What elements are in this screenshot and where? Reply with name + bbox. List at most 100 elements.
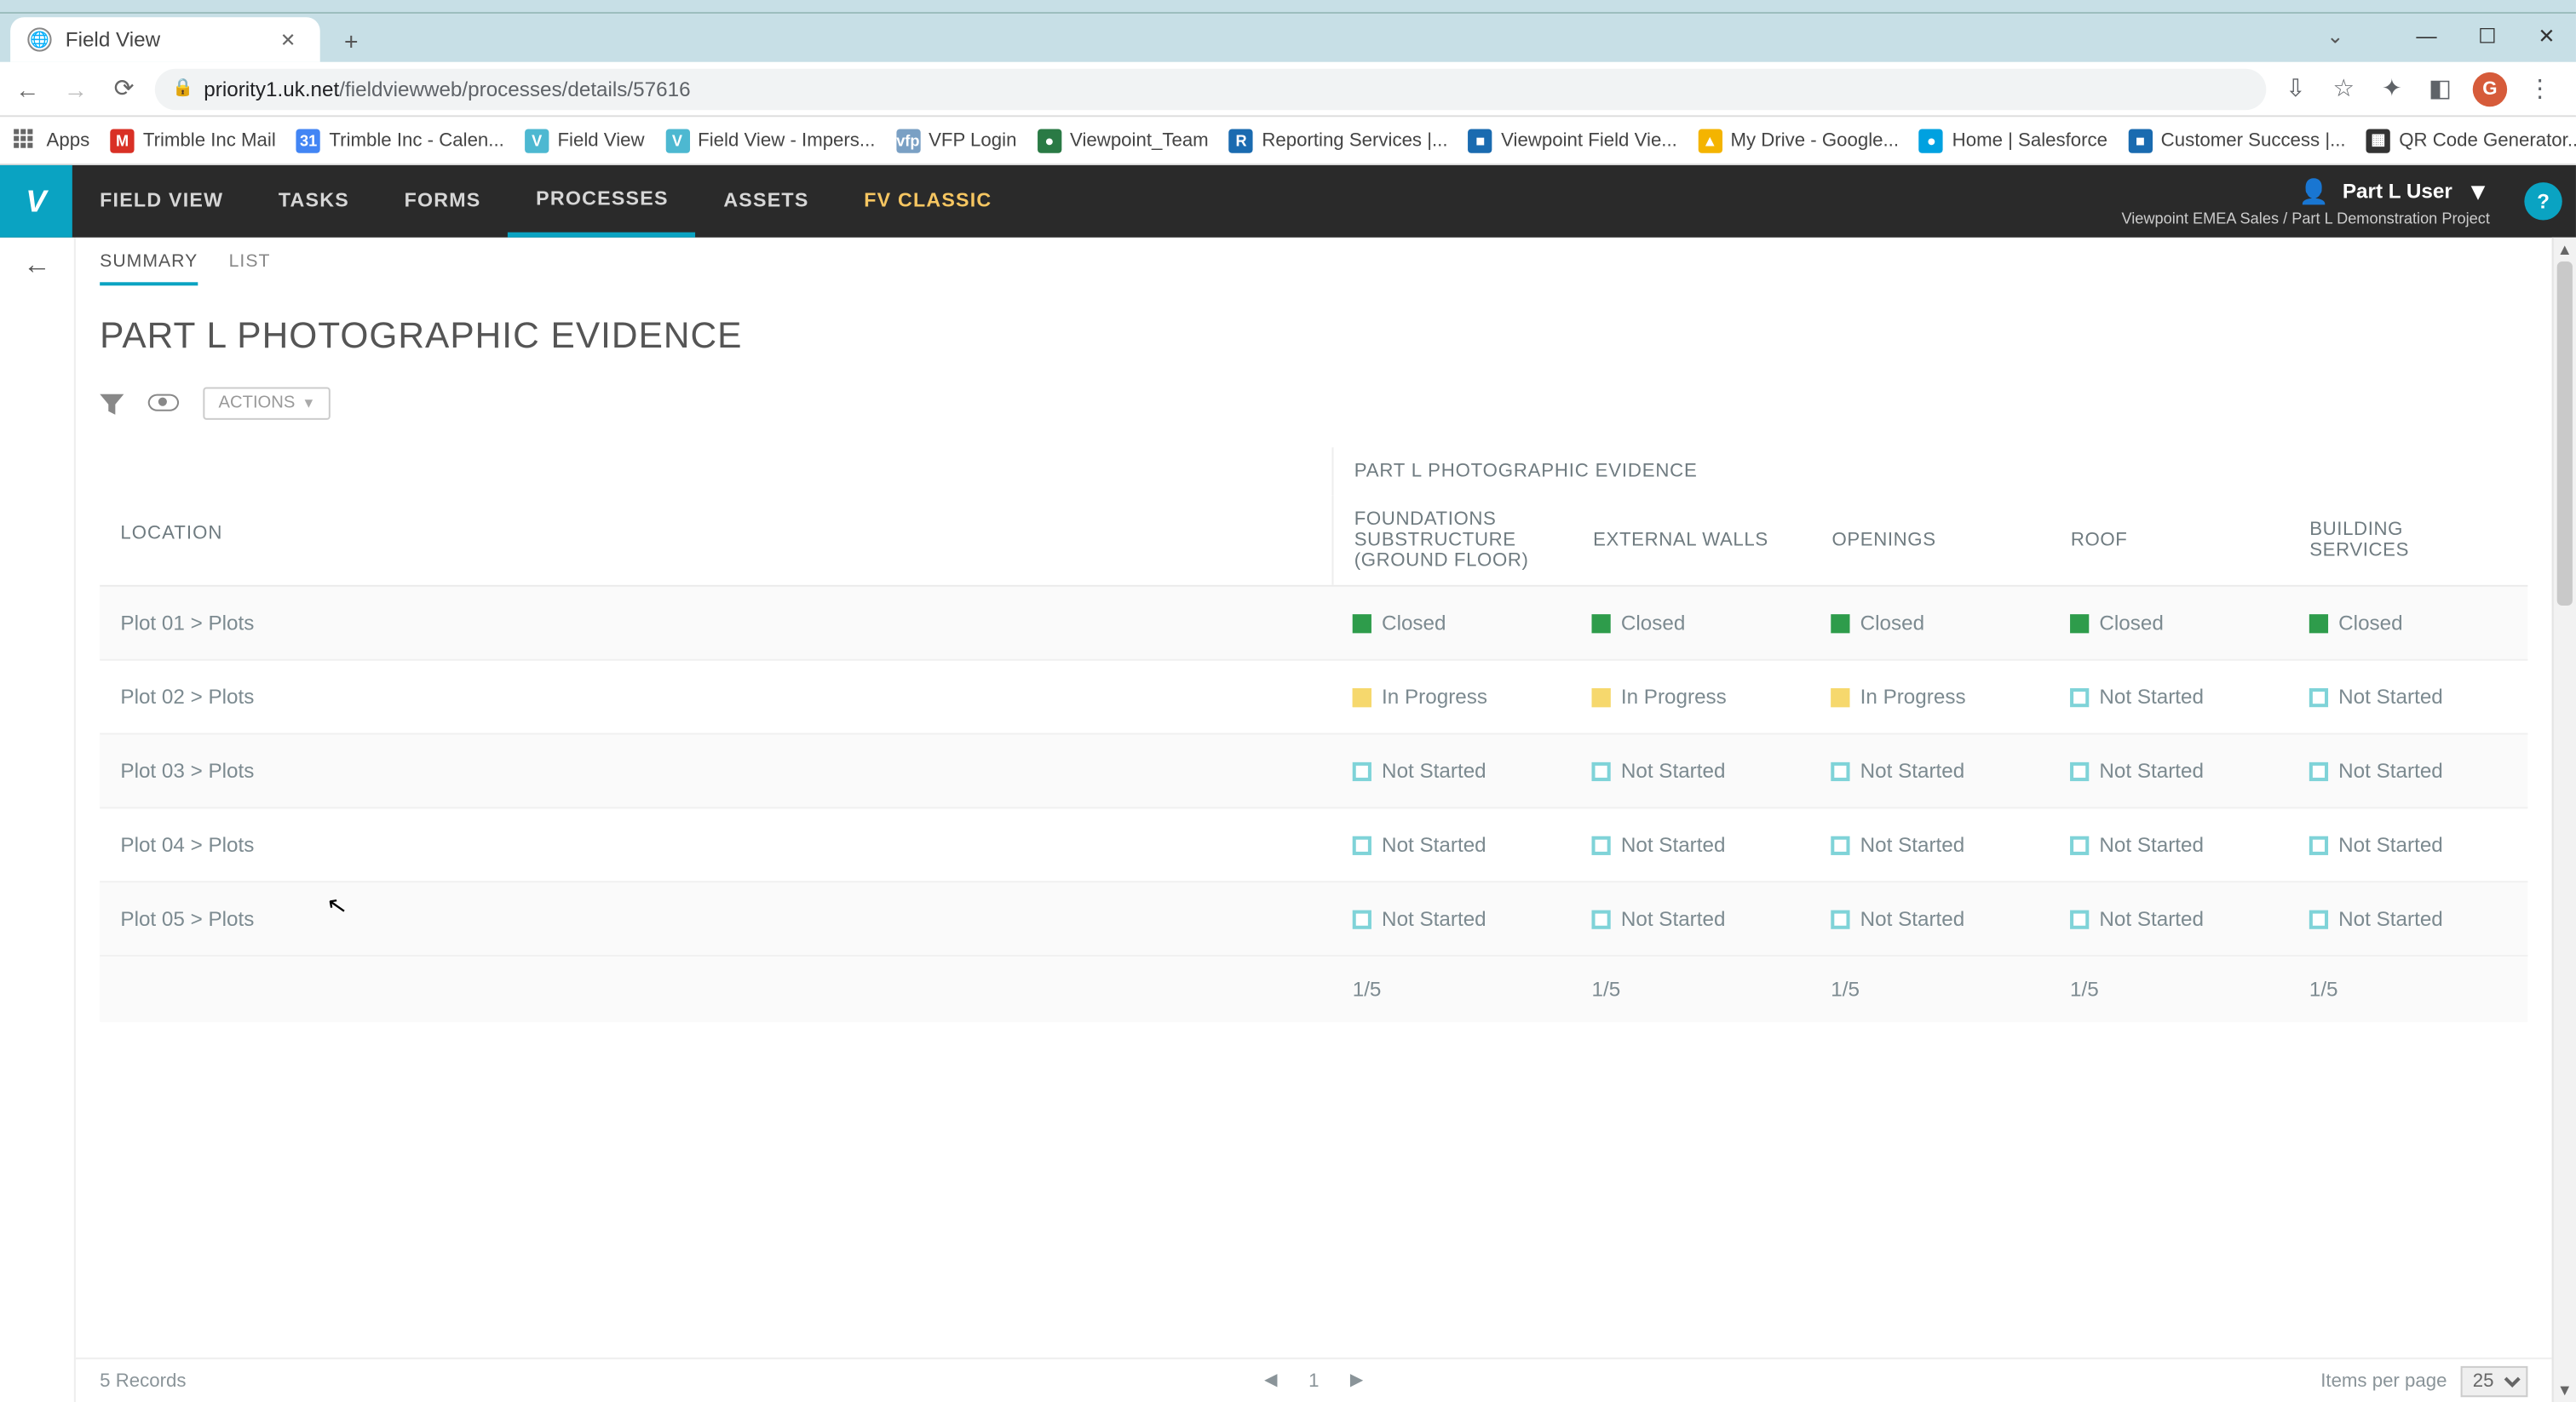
status-cell[interactable]: In Progress: [1571, 661, 1810, 733]
browser-tab[interactable]: 🌐 Field View ✕: [10, 17, 320, 62]
help-button[interactable]: ?: [2524, 182, 2562, 220]
column-header[interactable]: ROOF: [2050, 496, 2289, 585]
status-cell[interactable]: Not Started: [2289, 882, 2528, 955]
status-cell[interactable]: Not Started: [2289, 661, 2528, 733]
bookmark-item[interactable]: vfpVFP Login: [896, 128, 1017, 152]
scroll-up-icon[interactable]: ▲: [2554, 241, 2576, 258]
status-label: Closed: [1860, 611, 1924, 635]
location-cell[interactable]: Plot 01 > Plots: [100, 587, 1331, 659]
status-cell[interactable]: Closed: [1331, 587, 1571, 659]
closed-status-icon: [1592, 613, 1611, 632]
back-arrow-icon[interactable]: ←: [23, 251, 50, 1402]
status-cell[interactable]: Closed: [1810, 587, 2050, 659]
install-icon[interactable]: ⇩: [2280, 73, 2311, 104]
status-cell[interactable]: Not Started: [2050, 661, 2289, 733]
kebab-menu-icon[interactable]: ⋮: [2524, 73, 2555, 104]
column-header[interactable]: FOUNDATIONS SUBSTRUCTURE (GROUND FLOOR): [1334, 496, 1573, 585]
group-header: PART L PHOTOGRAPHIC EVIDENCE: [1331, 447, 2527, 496]
status-cell[interactable]: Not Started: [1571, 808, 1810, 881]
column-header[interactable]: BUILDING SERVICES: [2289, 496, 2527, 585]
status-cell[interactable]: Closed: [2289, 587, 2528, 659]
nav-item-field-view[interactable]: FIELD VIEW: [72, 165, 251, 238]
status-cell[interactable]: Not Started: [2289, 808, 2528, 881]
status-cell[interactable]: Closed: [1571, 587, 1810, 659]
vertical-scrollbar[interactable]: ▲ ▼: [2552, 238, 2576, 1402]
status-cell[interactable]: Not Started: [2050, 735, 2289, 807]
star-icon[interactable]: ☆: [2328, 73, 2359, 104]
status-cell[interactable]: Not Started: [1571, 735, 1810, 807]
nav-item-tasks[interactable]: TASKS: [251, 165, 377, 238]
extensions-icon[interactable]: ✦: [2377, 73, 2407, 104]
bookmark-favicon: 31: [296, 128, 320, 152]
footer-count: 1/5: [1571, 957, 1810, 1022]
app-navbar: V FIELD VIEWTASKSFORMSPROCESSESASSETSFV …: [0, 165, 2576, 238]
bookmark-label: Customer Success |...: [2161, 130, 2346, 151]
chevron-down-icon[interactable]: ⌄: [2316, 20, 2355, 51]
bookmark-item[interactable]: VField View: [525, 128, 644, 152]
ipp-select[interactable]: 25: [2461, 1365, 2528, 1396]
status-label: Not Started: [2338, 833, 2443, 857]
inprogress-status-icon: [1353, 687, 1371, 706]
status-cell[interactable]: In Progress: [1331, 661, 1571, 733]
status-cell[interactable]: Not Started: [1810, 808, 2050, 881]
location-cell[interactable]: Plot 04 > Plots: [100, 808, 1331, 881]
brand-logo[interactable]: V: [0, 165, 72, 238]
bookmark-item[interactable]: VField View - Impers...: [665, 128, 876, 152]
actions-button[interactable]: ACTIONS ▼: [203, 386, 331, 418]
bookmark-item[interactable]: MTrimble Inc Mail: [110, 128, 275, 152]
location-cell[interactable]: Plot 05 > Plots: [100, 882, 1331, 955]
status-cell[interactable]: Not Started: [1331, 735, 1571, 807]
column-header[interactable]: EXTERNAL WALLS: [1573, 496, 1811, 585]
status-cell[interactable]: Not Started: [2050, 808, 2289, 881]
closed-status-icon: [1353, 613, 1371, 632]
close-icon[interactable]: ✕: [273, 25, 303, 54]
status-cell[interactable]: Not Started: [1810, 735, 2050, 807]
status-label: Closed: [2338, 611, 2402, 635]
bookmark-item[interactable]: ■Viewpoint Field Vie...: [1469, 128, 1677, 152]
eye-icon[interactable]: [148, 394, 179, 411]
status-cell[interactable]: Closed: [2050, 587, 2289, 659]
status-cell[interactable]: Not Started: [2050, 882, 2289, 955]
bookmark-item[interactable]: ●Viewpoint_Team: [1038, 128, 1209, 152]
subtab-summary[interactable]: SUMMARY: [100, 251, 198, 285]
filter-icon[interactable]: [100, 378, 124, 427]
new-tab-button[interactable]: +: [334, 20, 369, 61]
bookmark-item[interactable]: ■Customer Success |...: [2128, 128, 2345, 152]
address-field[interactable]: 🔒 priority1.uk.net/fieldviewweb/processe…: [155, 68, 2267, 109]
location-cell[interactable]: Plot 03 > Plots: [100, 735, 1331, 807]
status-cell[interactable]: In Progress: [1810, 661, 2050, 733]
status-cell[interactable]: Not Started: [2289, 735, 2528, 807]
close-window-button[interactable]: ✕: [2527, 20, 2566, 51]
nav-item-forms[interactable]: FORMS: [377, 165, 509, 238]
nav-item-fv-classic[interactable]: FV CLASSIC: [837, 165, 1020, 238]
status-cell[interactable]: Not Started: [1331, 808, 1571, 881]
maximize-button[interactable]: ☐: [2468, 20, 2507, 51]
status-cell[interactable]: Not Started: [1810, 882, 2050, 955]
location-cell[interactable]: Plot 02 > Plots: [100, 661, 1331, 733]
subtab-list[interactable]: LIST: [229, 251, 271, 285]
bookmark-item[interactable]: ●Home | Salesforce: [1919, 128, 2107, 152]
bookmark-item[interactable]: ▦QR Code Generator...: [2366, 128, 2576, 152]
profile-avatar[interactable]: G: [2473, 72, 2507, 106]
bookmark-item[interactable]: Apps: [14, 128, 89, 152]
status-cell[interactable]: Not Started: [1331, 882, 1571, 955]
scroll-thumb[interactable]: [2557, 261, 2573, 606]
status-label: Not Started: [1621, 907, 1726, 931]
forward-button[interactable]: →: [59, 75, 93, 102]
minimize-button[interactable]: —: [2406, 20, 2447, 51]
nav-item-processes[interactable]: PROCESSES: [509, 165, 696, 238]
nav-item-assets[interactable]: ASSETS: [696, 165, 837, 238]
location-header: LOCATION: [100, 496, 1331, 585]
back-button[interactable]: ←: [10, 75, 44, 102]
pager-next[interactable]: ▶: [1350, 1371, 1364, 1390]
chevron-down-icon[interactable]: ▼: [2466, 177, 2490, 204]
bookmark-item[interactable]: 31Trimble Inc - Calen...: [296, 128, 504, 152]
bookmark-item[interactable]: ▲My Drive - Google...: [1698, 128, 1899, 152]
pager-prev[interactable]: ◀: [1264, 1371, 1278, 1390]
reload-button[interactable]: ⟳: [106, 74, 141, 103]
bookmark-item[interactable]: RReporting Services |...: [1229, 128, 1448, 152]
column-header[interactable]: OPENINGS: [1811, 496, 2050, 585]
status-cell[interactable]: Not Started: [1571, 882, 1810, 955]
sidepanel-icon[interactable]: ◧: [2424, 73, 2455, 104]
scroll-down-icon[interactable]: ▼: [2554, 1382, 2576, 1399]
